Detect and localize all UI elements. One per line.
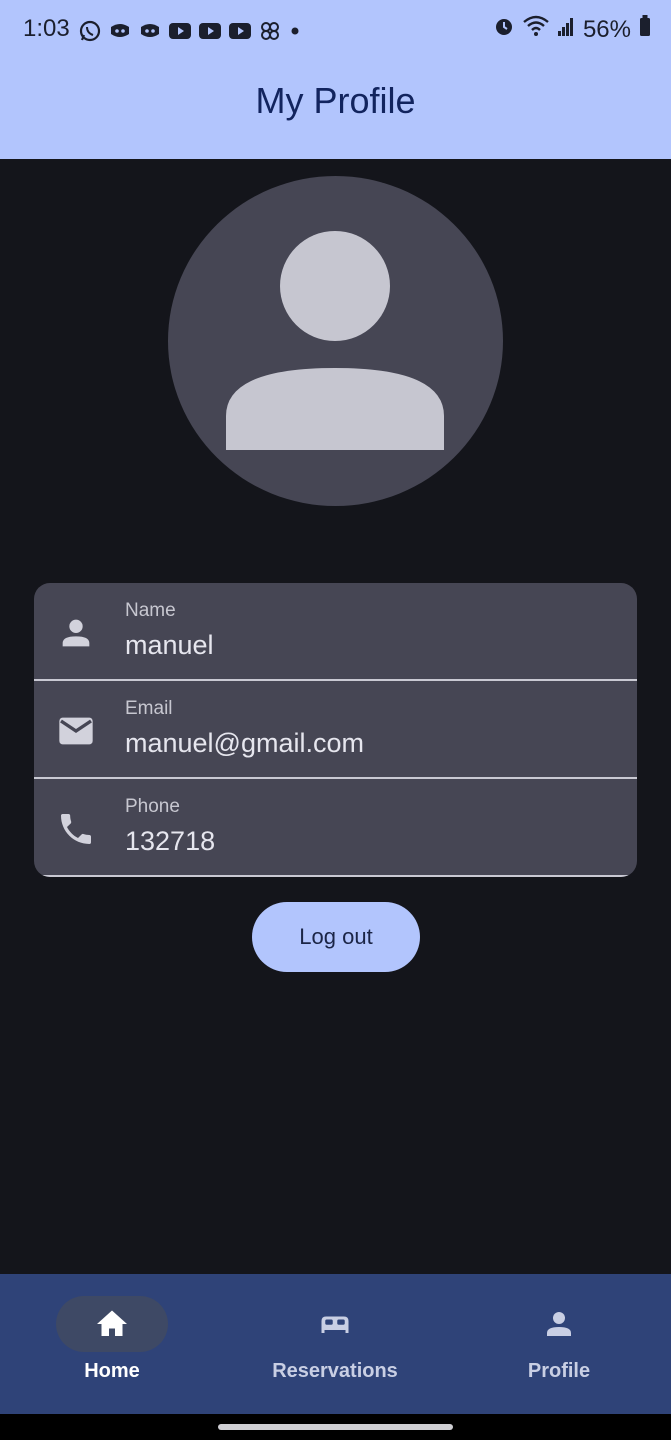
discord-icon [138,19,162,48]
notification-icons [78,19,302,48]
nav-home[interactable]: Home [0,1274,224,1414]
field-value: 132718 [125,826,216,856]
wifi-icon [523,15,549,44]
field-label: Phone [125,796,180,817]
pinwheel-icon [258,19,282,48]
youtube-icon [168,21,192,46]
person-icon [56,613,96,653]
bottom-nav: Home Reservations Profile [0,1274,671,1414]
nav-label: Reservations [272,1360,398,1382]
whatsapp-icon [78,19,102,48]
avatar [168,176,503,506]
gesture-handle[interactable] [218,1424,453,1430]
page-title: My Profile [255,80,416,121]
battery-percent: 56% [582,15,631,43]
mail-icon [56,711,96,751]
nav-reservations[interactable]: Reservations [223,1274,447,1414]
phone-row: Phone 132718 [34,779,637,877]
field-label: Email [125,698,173,719]
email-row: Email manuel@gmail.com [34,681,637,779]
bed-icon [317,1306,353,1342]
person-avatar-icon [226,231,444,450]
person-icon [541,1306,577,1342]
app-bar: My Profile [0,58,671,159]
dot-icon [288,24,302,43]
profile-card: Name manuel Email manuel@gmail.com Phone… [34,583,637,877]
youtube-icon [198,21,222,46]
phone-icon [56,809,96,849]
nav-label: Home [84,1360,140,1382]
field-value: manuel [125,630,214,660]
youtube-icon [228,21,252,46]
field-value: manuel@gmail.com [125,728,364,758]
name-row: Name manuel [34,583,637,681]
battery-icon [639,15,651,44]
divider [34,875,637,877]
logout-button[interactable]: Log out [252,902,420,972]
home-icon [94,1306,130,1342]
nav-label: Profile [527,1360,591,1382]
status-bar: 1:03 56% [0,0,671,58]
field-label: Name [125,600,176,621]
system-status: 56% [493,15,651,44]
alarm-icon [493,15,515,44]
system-gesture-area [0,1414,671,1440]
nav-profile[interactable]: Profile [447,1274,671,1414]
signal-icon [557,16,575,44]
discord-icon [108,19,132,48]
status-time: 1:03 [23,15,70,42]
